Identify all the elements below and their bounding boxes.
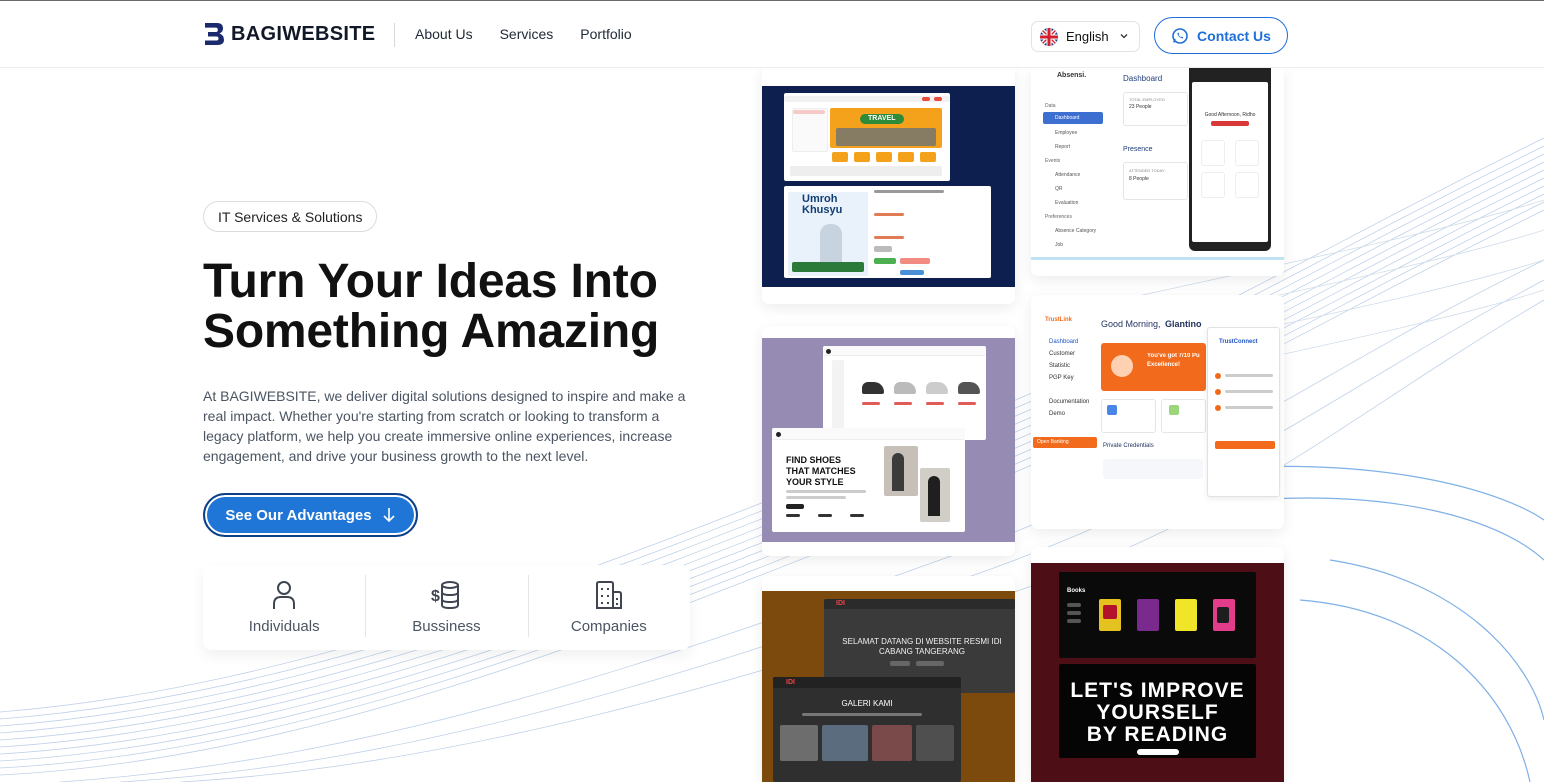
hero-title-line-1: Turn Your Ideas Into [203, 255, 658, 308]
contact-us-button[interactable]: Contact Us [1154, 17, 1288, 54]
language-select[interactable]: English [1031, 21, 1140, 52]
trustlink-promo-1: You've got 7/10 Pu [1147, 353, 1200, 359]
absensi-presence-title: Presence [1123, 146, 1153, 153]
idi-screenshot: IDI SELAMAT DATANG DI WEBSITE RESMI IDI … [762, 591, 1015, 782]
audience-panel: Individuals $ Bussiness Companies [203, 565, 690, 650]
shoes-headline-2: THAT MATCHES [786, 466, 856, 476]
absensi-employed-label: TOTAL EMPLOYED [1129, 97, 1165, 102]
contact-us-label: Contact Us [1197, 27, 1271, 44]
audience-label: Companies [570, 618, 647, 635]
nav-about-us[interactable]: About Us [415, 26, 473, 42]
books-headline-3: BY READING [1086, 723, 1229, 746]
idi-gallery-title: GALERI KAMI [841, 699, 893, 708]
portfolio-card-travel[interactable]: TRAVEL Umroh Khusyu [762, 68, 1015, 304]
dollar-database-icon: $ [431, 581, 460, 610]
main-nav: About Us Services Portfolio [415, 26, 632, 42]
see-our-advantages-button[interactable]: See Our Advantages [203, 493, 418, 537]
arrow-down-icon [383, 508, 395, 523]
portfolio-card-idi[interactable]: IDI SELAMAT DATANG DI WEBSITE RESMI IDI … [762, 576, 1015, 782]
trustlink-menu-2: Statistic [1049, 363, 1071, 369]
absensi-menu-0: Data [1045, 103, 1056, 109]
portfolio-card-books[interactable]: Books LET'S IMPROVE YOURSELF BY READING [1031, 547, 1284, 782]
trustlink-menu-1: Customer [1049, 351, 1076, 357]
portfolio-card-trustlink[interactable]: TrustLink Dashboard Customer Statistic P… [1031, 295, 1284, 529]
books-screenshot: Books LET'S IMPROVE YOURSELF BY READING [1031, 563, 1284, 782]
absensi-app-name: Absensi. [1057, 72, 1087, 79]
idi-logo-2: IDI [786, 679, 795, 686]
uk-flag-icon [1040, 27, 1058, 46]
audience-label: Bussiness [412, 618, 481, 635]
person-icon [273, 581, 296, 609]
shoes-headline-3: YOUR STYLE [786, 477, 844, 487]
absensi-menu-5: Attendance [1055, 172, 1081, 178]
absensi-menu-9: Absence Category [1055, 228, 1097, 234]
building-icon [595, 581, 622, 609]
portfolio-card-shoes[interactable]: FIND SHOES THAT MATCHES YOUR STYLE [762, 326, 1015, 556]
trustlink-brand: TrustLink [1045, 317, 1073, 323]
travel-product-title: Umroh Khusyu [802, 193, 843, 216]
absensi-menu-4: Events [1045, 158, 1061, 164]
trustlink-connect-title: TrustConnect [1219, 339, 1258, 345]
travel-banner-text: TRAVEL [868, 115, 896, 122]
chevron-down-icon [1120, 34, 1128, 39]
nav-portfolio[interactable]: Portfolio [580, 26, 631, 42]
books-section-title: Books [1067, 588, 1086, 594]
trustlink-menu-0: Dashboard [1049, 339, 1079, 345]
absensi-employed-value: 23 People [1129, 104, 1152, 110]
site-header: BAGIWEBSITE About Us Services Portfolio … [0, 1, 1544, 68]
trustlink-promo-2: Excellence! [1147, 362, 1181, 368]
absensi-menu-8: Preferences [1045, 214, 1072, 220]
absensi-menu-6: QR [1055, 186, 1063, 192]
absensi-menu-10: Job [1055, 242, 1064, 248]
absensi-menu-1: Dashboard [1055, 115, 1080, 121]
trustlink-greeting-prefix: Good Morning, [1101, 319, 1161, 329]
nav-divider [394, 23, 395, 47]
brand-name: BAGIWEBSITE [231, 22, 376, 45]
hero-title: Turn Your Ideas Into Something Amazing [203, 257, 763, 357]
books-headline-2: YOURSELF [1096, 701, 1219, 724]
absensi-menu-2: Employee [1055, 130, 1078, 136]
language-label: English [1066, 29, 1109, 44]
trustlink-menu-4: Documentation [1049, 399, 1090, 405]
portfolio-card-absensi[interactable]: Absensi. Data Dashboard Employee Report … [1031, 68, 1284, 276]
idi-logo-1: IDI [836, 600, 845, 607]
nav-services[interactable]: Services [500, 26, 554, 42]
audience-companies[interactable]: Companies [527, 565, 690, 650]
absensi-greeting: Good Afternoon, Ridho [1204, 112, 1256, 118]
audience-individuals[interactable]: Individuals [203, 565, 365, 650]
absensi-attend-label: ATTENDED TODAY [1129, 168, 1165, 173]
absensi-attend-value: 8 People [1129, 176, 1149, 182]
trustlink-menu-5: Demo [1049, 411, 1066, 417]
trustlink-open-banking: Open Banking [1037, 439, 1069, 445]
travel-screenshot: TRAVEL Umroh Khusyu [762, 86, 1015, 287]
absensi-dashboard-title: Dashboard [1123, 74, 1163, 83]
svg-text:$: $ [431, 588, 440, 605]
hero-title-line-2: Something Amazing [203, 305, 660, 358]
cta-label: See Our Advantages [225, 506, 372, 524]
idi-welcome-1: SELAMAT DATANG DI WEBSITE RESMI IDI [842, 637, 1002, 646]
absensi-menu-7: Evaluation [1055, 200, 1079, 206]
whatsapp-icon [1172, 27, 1188, 44]
brand-logo[interactable]: BAGIWEBSITE [203, 21, 375, 47]
hero-badge: IT Services & Solutions [203, 201, 378, 232]
trustlink-screenshot: TrustLink Dashboard Customer Statistic P… [1031, 311, 1284, 511]
absensi-screenshot: Absensi. Data Dashboard Employee Report … [1031, 68, 1284, 260]
absensi-menu-3: Report [1055, 144, 1071, 150]
shoes-headline-1: FIND SHOES [786, 455, 842, 465]
audience-label: Individuals [248, 618, 320, 635]
hero-description: At BAGIWEBSITE, we deliver digital solut… [203, 388, 686, 464]
trustlink-credentials: Private Credentials [1103, 443, 1154, 449]
trustlink-menu-3: PGP Key [1049, 375, 1074, 381]
books-headline-1: LET'S IMPROVE [1070, 679, 1245, 702]
brand-b-icon [205, 23, 224, 45]
shoes-screenshot: FIND SHOES THAT MATCHES YOUR STYLE [762, 338, 1015, 542]
audience-business[interactable]: $ Bussiness [365, 565, 527, 650]
idi-welcome-2: CABANG TANGERANG [879, 647, 965, 656]
trustlink-greeting-name: Glantino [1165, 319, 1202, 329]
